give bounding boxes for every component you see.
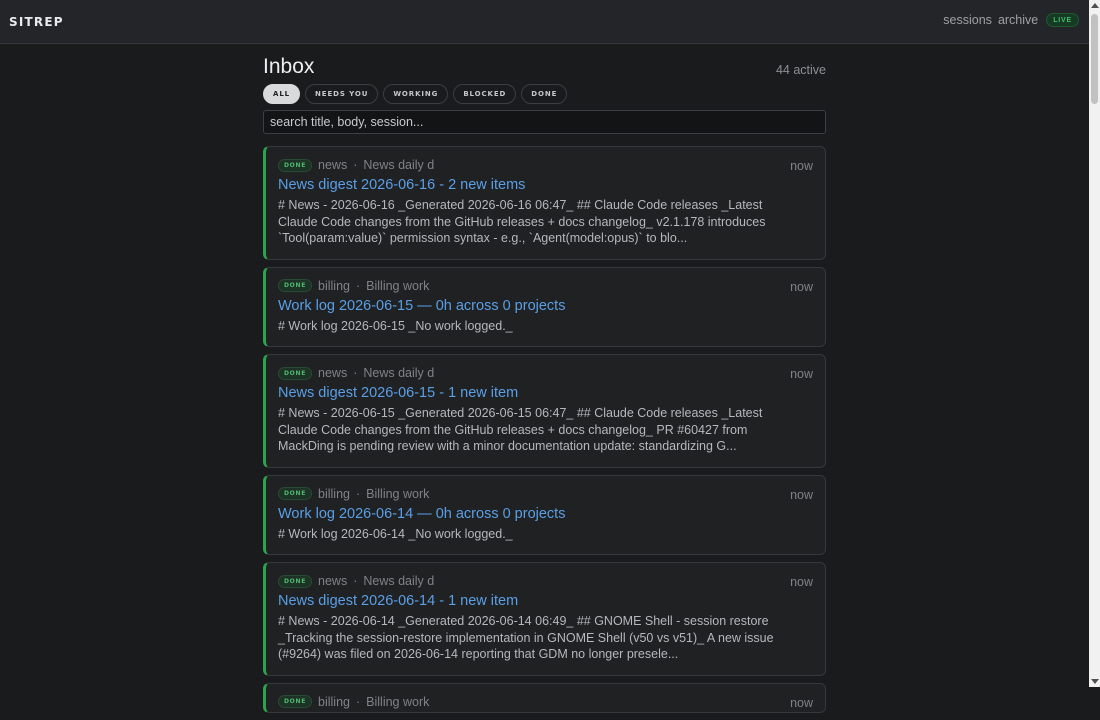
- meta-separator: ·: [355, 694, 361, 709]
- card-session: Billing work: [366, 694, 430, 709]
- nav-archive-link[interactable]: archive: [998, 13, 1038, 27]
- filter-all[interactable]: ALL: [263, 84, 301, 104]
- card-time: now: [790, 695, 813, 710]
- card-meta: DONE news · News daily d: [278, 157, 813, 173]
- status-badge: DONE: [278, 366, 313, 380]
- card-title[interactable]: Work log 2026-06-14 — 0h across 0 projec…: [278, 505, 813, 524]
- card-time: now: [790, 367, 813, 381]
- filter-needs-you[interactable]: NEEDS YOU: [305, 84, 379, 104]
- card-session: Billing work: [366, 278, 430, 293]
- status-badge: DONE: [278, 487, 313, 500]
- card-body: # News - 2026-06-15 _Generated 2026-06-1…: [278, 406, 763, 453]
- page-title: Inbox: [263, 55, 315, 78]
- filter-working[interactable]: WORKING: [383, 84, 449, 104]
- scroll-down-icon[interactable]: [1091, 679, 1099, 684]
- card-source: billing: [318, 278, 350, 293]
- card-session: News daily d: [363, 574, 435, 588]
- meta-separator: ·: [353, 158, 358, 172]
- card-source: news: [318, 574, 348, 588]
- card-time: now: [790, 159, 813, 173]
- search-input[interactable]: [263, 110, 826, 134]
- card-body: # Work log 2026-06-15 _No work logged._: [278, 318, 513, 333]
- card-time: now: [790, 575, 813, 589]
- status-badge: DONE: [278, 279, 313, 292]
- filter-blocked[interactable]: BLOCKED: [453, 84, 517, 104]
- inbox-card[interactable]: DONE billing · Billing work now: [263, 682, 826, 713]
- status-badge: DONE: [278, 574, 313, 588]
- card-session: Billing work: [366, 486, 430, 501]
- scroll-up-icon[interactable]: [1091, 3, 1099, 8]
- nav-sessions-link[interactable]: sessions: [943, 13, 992, 27]
- inbox-card[interactable]: DONE billing · Billing work now Work log 2…: [263, 266, 826, 347]
- card-body: # Work log 2026-06-14 _No work logged._: [278, 526, 513, 541]
- inbox-card[interactable]: DONE news · News daily d now News digest 2…: [263, 146, 826, 260]
- card-title[interactable]: News digest 2026-06-14 - 1 new item: [278, 592, 813, 611]
- inbox-card[interactable]: DONE news · News daily d now News digest 2…: [263, 562, 826, 676]
- inbox-card[interactable]: DONE billing · Billing work now Work log 2…: [263, 474, 826, 555]
- status-badge: DONE: [278, 695, 313, 708]
- card-body: # News - 2026-06-16 _Generated 2026-06-1…: [278, 198, 766, 245]
- card-source: news: [318, 158, 348, 172]
- filter-chips: ALL NEEDS YOU WORKING BLOCKED DONE: [263, 84, 568, 104]
- card-source: billing: [318, 486, 350, 501]
- card-session: News daily d: [363, 158, 435, 172]
- meta-separator: ·: [355, 278, 361, 293]
- card-session: News daily d: [363, 366, 435, 380]
- card-source: billing: [318, 694, 350, 709]
- card-meta: DONE news · News daily d: [278, 365, 813, 381]
- page-scrollbar[interactable]: [1089, 0, 1100, 687]
- app-brand[interactable]: SITREP: [9, 15, 64, 29]
- active-count: 44 active: [775, 63, 826, 77]
- live-status-badge: LIVE: [1046, 13, 1079, 27]
- meta-separator: ·: [355, 486, 361, 501]
- meta-separator: ·: [353, 366, 358, 380]
- card-body: # News - 2026-06-14 _Generated 2026-06-1…: [278, 614, 774, 661]
- card-title[interactable]: News digest 2026-06-15 - 1 new item: [278, 384, 813, 403]
- scroll-thumb[interactable]: [1091, 14, 1098, 104]
- inbox-card[interactable]: DONE news · News daily d now News digest 2…: [263, 354, 826, 468]
- card-meta: DONE news · News daily d: [278, 573, 813, 589]
- meta-separator: ·: [353, 574, 358, 588]
- card-time: now: [790, 487, 813, 502]
- card-source: news: [318, 366, 348, 380]
- status-badge: DONE: [278, 158, 313, 172]
- card-title[interactable]: Work log 2026-06-15 — 0h across 0 projec…: [278, 297, 813, 316]
- inbox-list: DONE news · News daily d now News digest 2…: [263, 146, 826, 720]
- card-meta: DONE billing · Billing work: [278, 486, 813, 502]
- card-meta: DONE billing · Billing work: [278, 694, 813, 710]
- filter-done[interactable]: DONE: [521, 84, 568, 104]
- card-time: now: [790, 279, 813, 294]
- top-nav: sessions archive LIVE: [943, 13, 1079, 27]
- top-bar: SITREP sessions archive LIVE: [0, 0, 1089, 44]
- card-meta: DONE billing · Billing work: [278, 278, 813, 294]
- card-title[interactable]: News digest 2026-06-16 - 2 new items: [278, 176, 813, 195]
